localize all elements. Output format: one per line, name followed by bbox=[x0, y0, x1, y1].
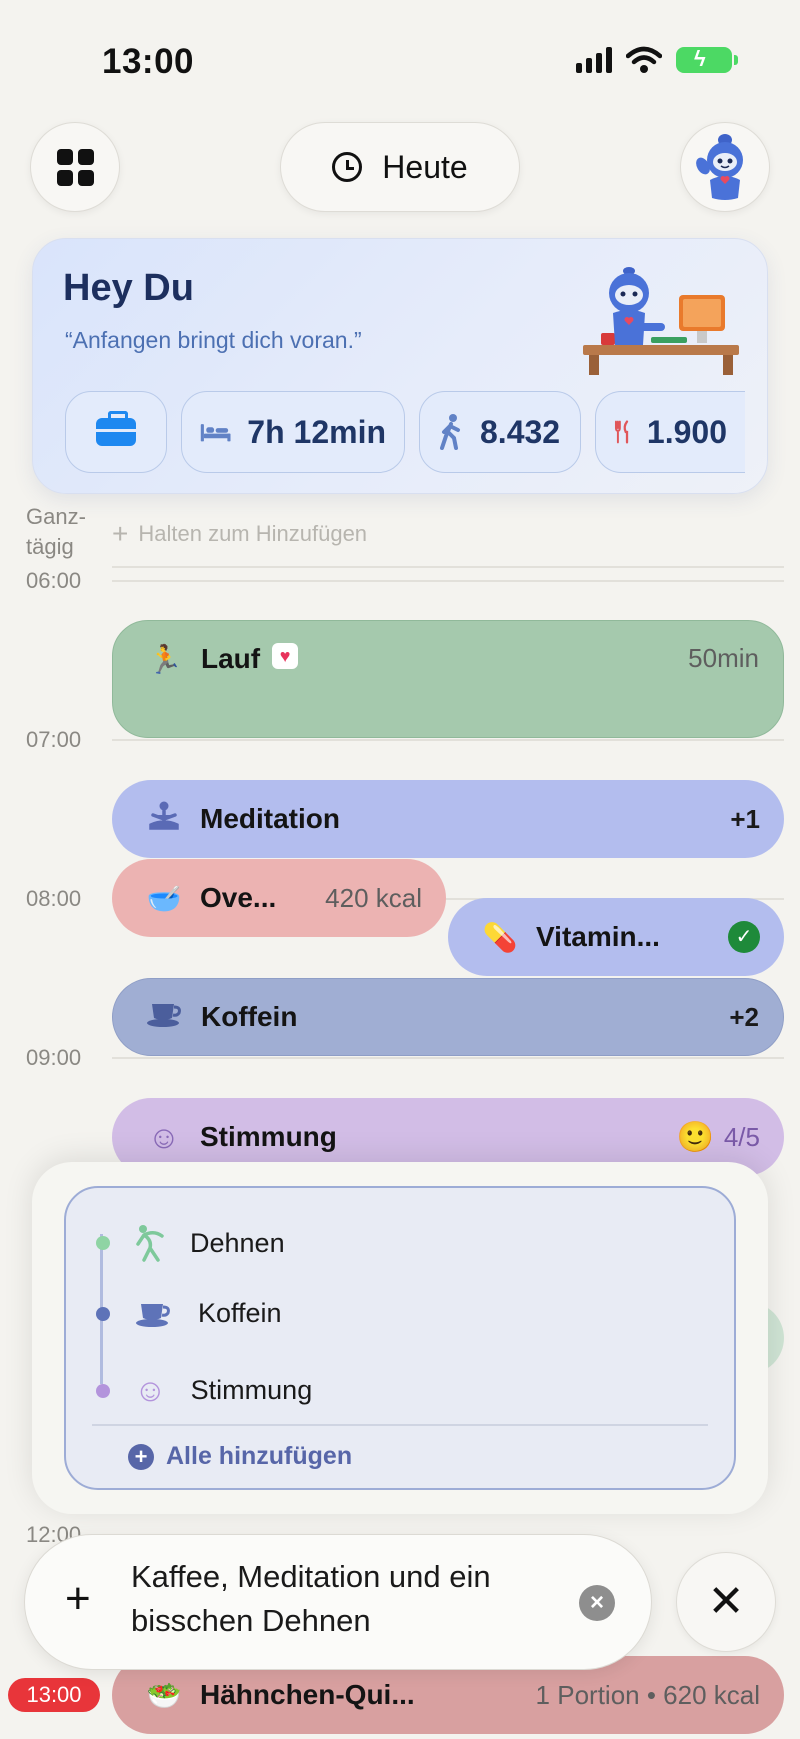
hour-label-06: 06:00 bbox=[26, 568, 82, 593]
suggestion-dot bbox=[96, 1306, 110, 1321]
battery-icon: ϟ bbox=[676, 46, 738, 73]
running-icon: 🏃 bbox=[147, 644, 183, 675]
event-portion-calories: 1 Portion • 620 kcal bbox=[535, 1679, 760, 1710]
close-button[interactable]: ✕ bbox=[676, 1552, 776, 1652]
event-title: Meditation bbox=[200, 803, 340, 834]
calories-chip[interactable]: 1.900 bbox=[595, 391, 745, 473]
checkmark-icon: ✓ bbox=[728, 921, 760, 953]
plus-icon: + bbox=[112, 518, 129, 549]
event-title: Stimmung bbox=[200, 1121, 337, 1152]
event-oats[interactable]: 🥣 Ove... 420 kcal bbox=[112, 859, 446, 937]
event-vitamin[interactable]: 💊 Vitamin... ✓ bbox=[448, 898, 784, 976]
event-title: Vitamin... bbox=[536, 921, 660, 952]
suggestion-stimmung[interactable]: ☺ Stimmung bbox=[96, 1372, 312, 1409]
suggestion-label: Koffein bbox=[198, 1298, 282, 1328]
add-hint[interactable]: + Halten zum Hinzufügen bbox=[112, 518, 367, 550]
add-all-label: Alle hinzufügen bbox=[166, 1442, 353, 1470]
plus-circle-icon: + bbox=[128, 1443, 154, 1470]
current-time-indicator: 13:00 bbox=[8, 1678, 100, 1712]
event-koffein[interactable]: Koffein +2 bbox=[112, 978, 784, 1056]
walk-icon bbox=[440, 414, 460, 450]
add-all-button[interactable]: + Alle hinzufügen bbox=[128, 1442, 352, 1471]
status-time: 13:00 bbox=[102, 42, 195, 81]
divider bbox=[92, 1424, 708, 1426]
suggestion-dot bbox=[96, 1383, 110, 1398]
smiley-outline-icon: ☺ bbox=[134, 1372, 167, 1408]
event-title: Koffein bbox=[201, 1001, 298, 1032]
mascot-desk-illustration bbox=[583, 267, 739, 375]
hour-line bbox=[112, 566, 784, 568]
greeting-title: Hey Du bbox=[63, 267, 194, 309]
coffee-cup-icon bbox=[136, 1303, 170, 1327]
briefcase-icon bbox=[96, 411, 136, 446]
health-app-icon: ♥ bbox=[272, 643, 299, 669]
hour-label-08: 08:00 bbox=[26, 886, 82, 911]
greeting-quote: “Anfangen bringt dich voran.” bbox=[65, 327, 362, 353]
work-chip[interactable] bbox=[65, 391, 167, 473]
mood-rating: 🙂 4/5 bbox=[676, 1120, 760, 1155]
event-title: Hähnchen-Qui... bbox=[200, 1679, 415, 1710]
fork-knife-icon bbox=[614, 420, 629, 444]
profile-avatar[interactable] bbox=[680, 122, 770, 212]
event-calories: 420 kcal bbox=[325, 882, 422, 913]
bed-icon bbox=[200, 424, 231, 442]
add-hint-label: Halten zum Hinzufügen bbox=[138, 521, 368, 546]
suggestion-list: Dehnen Koffein ☺ Stimmung + Alle hinzufü… bbox=[64, 1186, 736, 1490]
stretching-icon bbox=[136, 1225, 164, 1262]
hour-label-09: 09:00 bbox=[26, 1045, 82, 1070]
suggestion-dehnen[interactable]: Dehnen bbox=[96, 1224, 285, 1262]
steps-chip[interactable]: 8.432 bbox=[419, 391, 581, 473]
meditation-icon bbox=[142, 801, 186, 838]
smiley-outline-icon: ☺ bbox=[147, 1118, 181, 1155]
coffee-cup-icon bbox=[143, 1000, 187, 1035]
hour-line bbox=[112, 1057, 784, 1059]
hour-line bbox=[112, 580, 784, 582]
event-duration: 50min bbox=[688, 643, 759, 673]
wifi-icon bbox=[626, 46, 662, 73]
menu-button[interactable] bbox=[30, 122, 120, 212]
steps-value: 8.432 bbox=[480, 413, 561, 450]
status-icons: ϟ bbox=[576, 46, 738, 74]
event-more-count: +1 bbox=[730, 803, 760, 834]
plus-icon[interactable]: + bbox=[65, 1577, 91, 1621]
input-text[interactable]: Kaffee, Meditation und ein bisschen Dehn… bbox=[131, 1555, 571, 1643]
all-day-label: Ganz- tägig bbox=[26, 504, 86, 559]
hour-label-07: 07:00 bbox=[26, 727, 82, 752]
signal-icon bbox=[576, 47, 612, 73]
robot-mascot-icon bbox=[696, 134, 743, 200]
event-lauf[interactable]: 🏃 Lauf ♥ 50min bbox=[112, 620, 784, 738]
smiley-emoji-icon: 🙂 bbox=[676, 1120, 714, 1154]
suggestion-dot bbox=[96, 1236, 110, 1250]
suggestion-label: Dehnen bbox=[190, 1227, 285, 1258]
event-more-count: +2 bbox=[729, 1001, 759, 1032]
hour-line bbox=[112, 739, 784, 741]
bowl-icon: 🥣 bbox=[146, 882, 182, 914]
sleep-chip[interactable]: 7h 12min bbox=[181, 391, 405, 473]
clear-input-button[interactable]: × bbox=[579, 1585, 615, 1621]
pill-icon: 💊 bbox=[482, 921, 518, 953]
close-icon: ✕ bbox=[707, 1577, 745, 1626]
calories-value: 1.900 bbox=[646, 413, 727, 450]
sleep-value: 7h 12min bbox=[247, 413, 386, 450]
grid-icon bbox=[56, 148, 94, 186]
event-title: Lauf bbox=[201, 643, 261, 674]
mood-value: 4/5 bbox=[723, 1121, 760, 1152]
suggestion-label: Stimmung bbox=[190, 1375, 313, 1405]
event-meditation[interactable]: Meditation +1 bbox=[112, 780, 784, 858]
today-label: Heute bbox=[382, 148, 468, 185]
quick-add-input[interactable]: + Kaffee, Meditation und ein bisschen De… bbox=[24, 1534, 652, 1670]
salad-icon: 🥗 bbox=[146, 1679, 182, 1711]
clock-icon bbox=[332, 152, 363, 182]
suggestion-koffein[interactable]: Koffein bbox=[96, 1298, 282, 1329]
today-button[interactable]: Heute bbox=[280, 122, 520, 212]
event-title: Ove... bbox=[200, 882, 277, 913]
stats-row: 7h 12min 8.432 1.900 bbox=[65, 391, 745, 473]
greeting-card: Hey Du “Anfangen bringt dich voran.” 7h … bbox=[32, 238, 768, 494]
